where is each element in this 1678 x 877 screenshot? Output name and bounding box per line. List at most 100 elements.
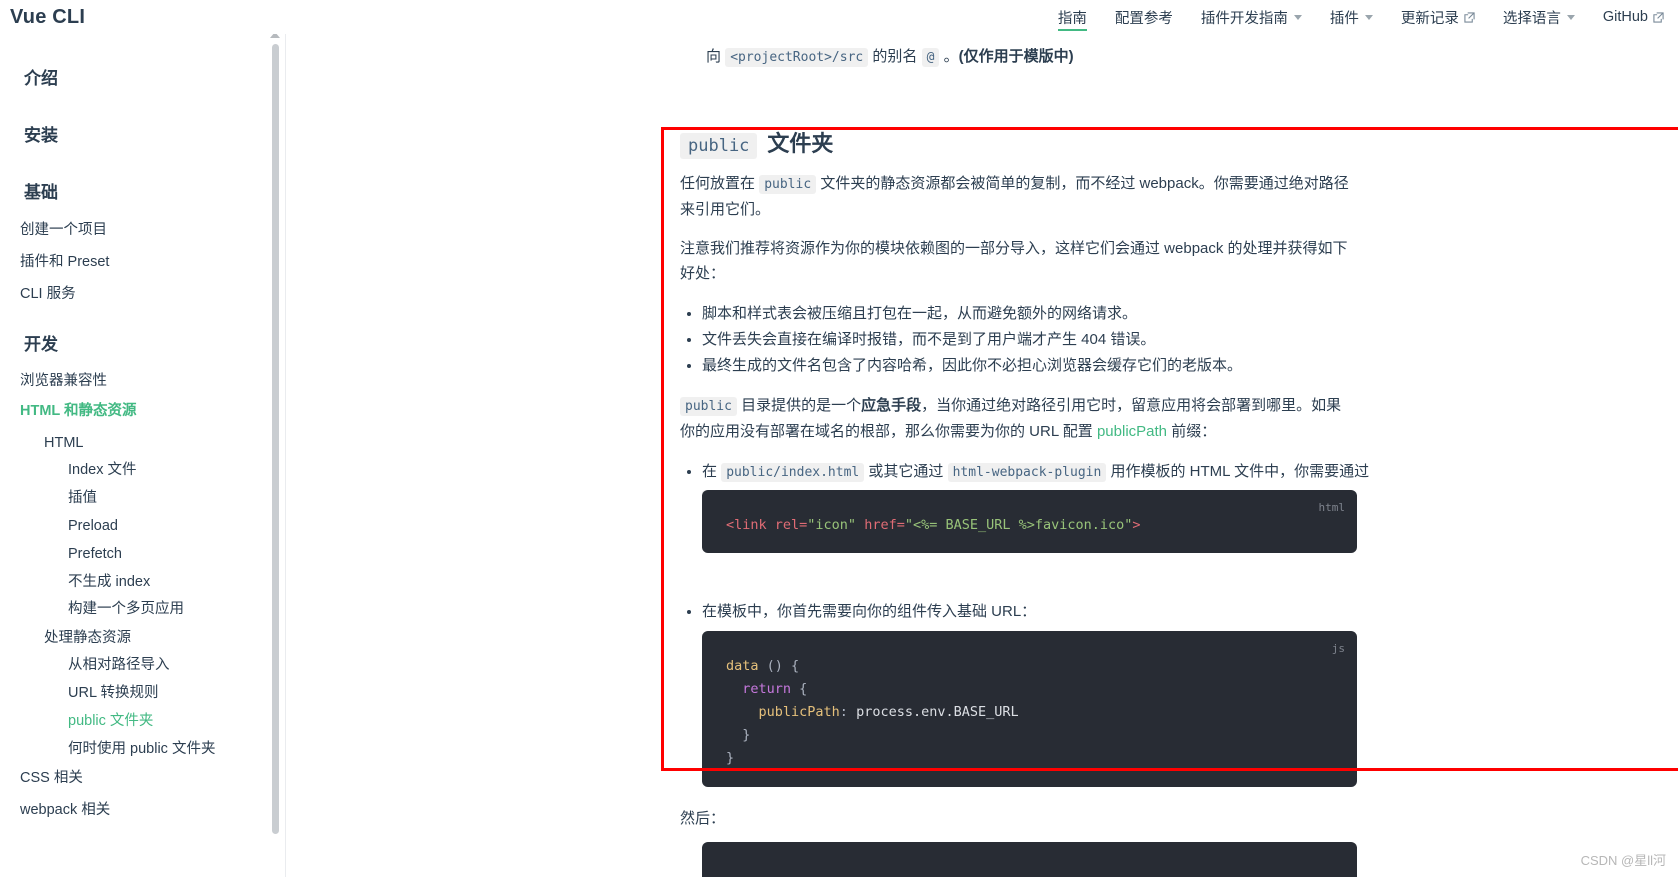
sidebar-group-label: 基础 [24, 183, 58, 202]
sidebar[interactable]: 介绍安装基础创建一个项目 插件和 Preset CLI 服务开发浏览器兼容性 HTML… [0, 34, 286, 877]
nav-item-6[interactable]: GitHub [1589, 0, 1678, 34]
sidebar-item[interactable]: CSS 相关 [20, 771, 83, 786]
code-block-next[interactable] [702, 842, 1357, 877]
code-lang-label: js [1331, 642, 1345, 655]
list-item: 脚本和样式表会被压缩且打包在一起，从而避免额外的网络请求。 [702, 301, 1370, 327]
sidebar-item[interactable]: webpack 相关 [20, 803, 110, 818]
bullet-template-base-url: 在模板中，你首先需要向你的组件传入基础 URL： [680, 599, 1380, 625]
nav-item-0[interactable]: 指南 [1044, 0, 1101, 34]
para1-line2: 来引用它们。 [680, 201, 771, 218]
code-token: return [742, 681, 792, 697]
sidebar-item[interactable]: 不生成 index [68, 575, 150, 590]
para3-line2b: 前缀： [1171, 423, 1217, 440]
nav-item-4[interactable]: 更新记录 [1387, 0, 1489, 34]
code-block-html[interactable]: html <link rel="icon" href="<%= BASE_URL… [702, 490, 1357, 553]
top-navbar: Vue CLI 指南 配置参考 插件开发指南 插件 更新记录 选择语言 GitHub [0, 0, 1678, 34]
code-token: "<%= BASE_URL %>favicon.ico" [904, 517, 1133, 533]
code-line: } [726, 747, 1333, 770]
nav-item-2[interactable]: 插件开发指南 [1187, 0, 1316, 34]
sidebar-item[interactable]: 创建一个项目 [20, 223, 107, 238]
sidebar-item[interactable]: public 文件夹 [68, 714, 153, 729]
code-token: publicPath [758, 704, 840, 720]
code-js-lines: data () { return { publicPath: process.e… [726, 649, 1333, 770]
nav-item-label: 更新记录 [1400, 10, 1459, 27]
nav-links: 指南 配置参考 插件开发指南 插件 更新记录 选择语言 GitHub [1044, 0, 1678, 34]
para3-bold: 应急手段 [861, 397, 922, 414]
code-public-index-html: public/index.html [721, 463, 865, 482]
code-project-root: <projectRoot>/src [725, 48, 869, 67]
bcode-b: 或其它通过 [868, 463, 944, 480]
sidebar-item-label: 何时使用 public 文件夹 [68, 741, 216, 757]
list-item: 最终生成的文件名包含了内容哈希，因此你不必担心浏览器会缓存它们的老版本。 [702, 353, 1370, 379]
sidebar-item[interactable]: Index 文件 [68, 463, 137, 478]
sidebar-item-label: webpack 相关 [20, 802, 111, 818]
sidebar-item-label: CLI 服务 [20, 286, 76, 302]
sidebar-item[interactable]: Preload [68, 519, 118, 534]
benefits-list: 脚本和样式表会被压缩且打包在一起，从而避免额外的网络请求。文件丢失会直接在编译时… [680, 301, 1370, 379]
sidebar-item-label: 浏览器兼容性 [20, 373, 107, 389]
code-line: data () { [726, 655, 1333, 678]
sidebar-item-label: HTML 和静态资源 [20, 403, 137, 419]
code-at-alias: @ [921, 48, 940, 67]
sidebar-scrollbar-thumb[interactable] [272, 44, 279, 834]
para1-line1b: 文件夹的静态资源都会被简单的复制，而不经过 webpack。你需要通过绝对路径 [820, 175, 1349, 192]
code-token: } [726, 727, 751, 743]
list-item: 文件丢失会直接在编译时报错，而不是到了用户端才产生 404 错误。 [702, 327, 1370, 353]
sidebar-item[interactable]: 插值 [68, 491, 97, 506]
partial-bold-note: (仅作用于模版中) [958, 48, 1074, 65]
scroll-up-arrow-icon[interactable] [270, 34, 280, 38]
sidebar-item[interactable]: Prefetch [68, 547, 122, 562]
code-lang-label: html [1318, 501, 1346, 514]
nav-item-1[interactable]: 配置参考 [1101, 0, 1187, 34]
site-brand[interactable]: Vue CLI [10, 0, 85, 34]
sidebar-item-label: 插件和 Preset [20, 254, 110, 270]
para2-line2: 好处： [680, 265, 726, 282]
code-token: "icon" [807, 517, 857, 533]
code-token: } [726, 750, 735, 766]
sidebar-item[interactable]: 插件和 Preset [20, 255, 109, 270]
partial-post: 。 [943, 48, 959, 65]
heading-code-public: public [680, 133, 758, 159]
sidebar-group-label: 开发 [24, 335, 58, 354]
code-token: data [726, 658, 759, 674]
paragraph-public-copy: 任何放置在 public 文件夹的静态资源都会被简单的复制，而不经过 webpa… [680, 171, 1370, 222]
sidebar-item[interactable]: 浏览器兼容性 [20, 374, 107, 389]
sidebar-item[interactable]: 处理静态资源 [44, 631, 131, 646]
partial-paragraph: 向 <projectRoot>/src 的别名 @ 。(仅作用于模版中) [706, 44, 1366, 70]
sidebar-scrollbar[interactable] [270, 34, 282, 858]
sidebar-group-label: 介绍 [24, 69, 58, 88]
sidebar-item-label: 不生成 index [68, 574, 151, 590]
nav-item-5[interactable]: 选择语言 [1489, 0, 1589, 34]
sidebar-item-label: 构建一个多页应用 [68, 601, 184, 617]
sidebar-item[interactable]: URL 转换规则 [68, 686, 159, 701]
external-link-icon [1464, 11, 1475, 23]
sidebar-item[interactable]: 何时使用 public 文件夹 [68, 742, 215, 757]
sidebar-item[interactable]: HTML [44, 436, 83, 451]
nav-item-label: 配置参考 [1114, 10, 1173, 27]
bcode-a: 在 [702, 463, 718, 480]
code-token: () { [758, 658, 800, 674]
sidebar-item[interactable]: 构建一个多页应用 [68, 602, 184, 617]
sidebar-item[interactable]: 从相对路径导入 [68, 658, 170, 673]
sidebar-item[interactable]: HTML 和静态资源 [20, 404, 137, 419]
link-publicpath[interactable]: publicPath [1097, 423, 1167, 440]
sidebar-group-label: 安装 [24, 126, 58, 145]
section-heading-public-folder: public 文件夹 [680, 126, 833, 159]
nav-item-label: GitHub [1602, 9, 1648, 25]
para2-line1: 注意我们推荐将资源作为你的模块依赖图的一部分导入，这样它们会通过 webpack… [680, 240, 1348, 257]
heading-text: 文件夹 [767, 131, 834, 156]
code-token: <link [726, 517, 767, 533]
code-html-webpack-plugin: html-webpack-plugin [947, 463, 1107, 482]
nav-item-3[interactable]: 插件 [1316, 0, 1387, 34]
code-block-js[interactable]: js data () { return { publicPath: proces… [702, 631, 1357, 787]
watermark: CSDN @星ll河 [1580, 853, 1666, 868]
sidebar-item[interactable]: CLI 服务 [20, 287, 76, 302]
chevron-down-icon [1364, 14, 1373, 20]
sidebar-group-title: 基础 [12, 184, 58, 201]
page-root: Vue CLI 指南 配置参考 插件开发指南 插件 更新记录 选择语言 GitHub 介绍安… [0, 0, 1678, 877]
sidebar-item-label: 创建一个项目 [20, 222, 107, 238]
sidebar-item-label: URL 转换规则 [68, 685, 159, 701]
sidebar-item-label: public 文件夹 [68, 713, 154, 729]
sidebar-group-title: 介绍 [12, 70, 58, 87]
